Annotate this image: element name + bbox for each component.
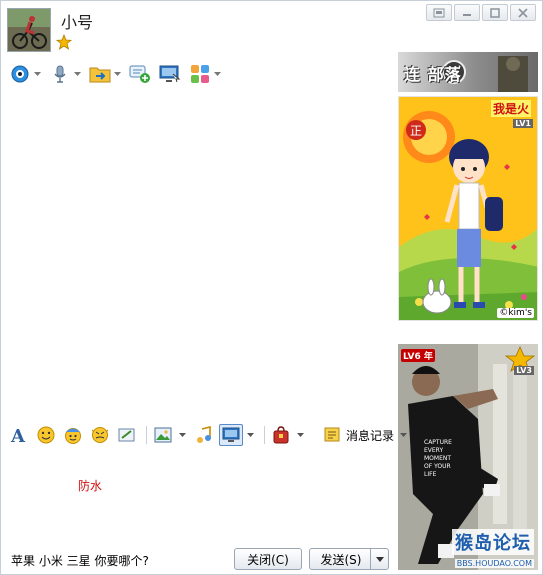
gift-button[interactable] — [269, 424, 293, 446]
chevron-down-icon[interactable] — [213, 70, 221, 78]
chevron-down-icon — [375, 556, 384, 562]
vip-level-text: LV6 — [403, 352, 421, 362]
emoji-button[interactable] — [34, 424, 58, 446]
watermark: ©kim's — [497, 308, 534, 318]
chevron-down-icon[interactable] — [33, 70, 41, 78]
gift-bag-icon — [273, 426, 289, 444]
pen-icon — [118, 428, 135, 442]
svg-text:MOMENT: MOMENT — [424, 455, 451, 462]
star-icon[interactable] — [55, 33, 73, 50]
font-icon: A — [10, 426, 26, 444]
vip-year-text: 年 — [423, 352, 433, 362]
skin-icon[interactable] — [426, 4, 452, 21]
history-label: 消息记录 — [346, 428, 395, 443]
message-input[interactable]: 防水 — [78, 477, 102, 494]
video-camera-icon — [9, 63, 31, 85]
forum-watermark: 猴岛论坛 — [452, 529, 534, 555]
svg-text:A: A — [10, 426, 26, 444]
ad-banner-text: 连 部落 — [404, 65, 462, 84]
send-options-dropdown[interactable] — [370, 549, 388, 569]
avatar[interactable] — [7, 8, 51, 52]
handwriting-button[interactable] — [115, 424, 139, 446]
file-transfer-icon — [89, 63, 111, 85]
close-button[interactable]: 关闭(C) — [234, 548, 302, 570]
send-file-button[interactable] — [89, 62, 121, 86]
image-icon — [154, 427, 172, 443]
svg-text:CAPTURE: CAPTURE — [424, 439, 452, 446]
video-call-button[interactable] — [9, 62, 41, 86]
shake-icon — [91, 427, 109, 443]
send-button[interactable]: 发送(S) — [309, 548, 389, 570]
forum-watermark-url: BBS.HOUDAO.COM — [454, 559, 534, 568]
contact-photo-panel[interactable]: CAPTURE EVERY MOMENT OF YOUR LIFE LV6 年 … — [398, 344, 538, 570]
level-badge: LV1 — [513, 119, 533, 128]
chevron-down-icon[interactable] — [296, 433, 304, 437]
chevron-down-icon[interactable] — [113, 70, 121, 78]
chevron-down-icon[interactable] — [178, 433, 186, 437]
window-controls — [426, 4, 536, 22]
status-message: 苹果 小米 三星 你要哪个? — [11, 554, 149, 568]
remote-desktop-icon — [159, 63, 181, 85]
smiley-icon — [37, 426, 55, 444]
vip-level-badge: LV6 年 — [401, 349, 435, 362]
screenshot-icon — [222, 427, 240, 442]
magic-face-icon — [65, 428, 81, 444]
minimize-icon[interactable] — [454, 4, 480, 21]
apps-button[interactable] — [189, 62, 221, 86]
chevron-down-icon[interactable] — [73, 70, 81, 78]
history-icon — [324, 427, 340, 442]
top-toolbar — [9, 61, 229, 87]
svg-text:正: 正 — [410, 124, 422, 138]
shake-window-button[interactable] — [88, 424, 112, 446]
send-button-label: 发送(S) — [320, 552, 362, 567]
add-group-chat-icon — [129, 63, 151, 85]
close-icon[interactable] — [510, 4, 536, 21]
send-image-button[interactable] — [151, 424, 175, 446]
format-toolbar: A 消息记录 — [7, 423, 408, 447]
chat-window: 小号 连 部落 正 我是火 LV1 ©kim's CAPTURE EVERY M… — [0, 0, 543, 575]
toolbar-divider — [264, 426, 265, 444]
music-button[interactable] — [192, 424, 216, 446]
level-badge: LV3 — [514, 366, 534, 375]
chevron-down-icon[interactable] — [246, 433, 254, 437]
svg-text:EVERY: EVERY — [424, 447, 443, 454]
message-history-button[interactable]: 消息记录 — [324, 426, 408, 444]
create-group-chat-button[interactable] — [129, 62, 151, 86]
show-label: 我是火 — [490, 100, 531, 117]
screenshot-button[interactable] — [219, 424, 243, 446]
voice-call-button[interactable] — [49, 62, 81, 86]
svg-text:OF YOUR: OF YOUR — [424, 463, 451, 470]
svg-text:LIFE: LIFE — [424, 471, 437, 478]
music-icon — [197, 426, 211, 443]
maximize-icon[interactable] — [482, 4, 508, 21]
contact-name: 小号 — [61, 13, 94, 32]
remote-assist-button[interactable] — [159, 62, 181, 86]
apps-icon — [189, 63, 211, 85]
magic-emoticon-button[interactable] — [61, 424, 85, 446]
qq-show-panel[interactable]: 正 我是火 LV1 ©kim's — [398, 96, 538, 321]
ad-banner[interactable]: 连 部落 — [398, 52, 538, 92]
font-button[interactable]: A — [7, 424, 31, 446]
qq-show-character: 正 — [399, 97, 537, 320]
chevron-down-icon[interactable] — [400, 433, 408, 437]
toolbar-divider — [146, 426, 147, 444]
microphone-icon — [49, 63, 71, 85]
